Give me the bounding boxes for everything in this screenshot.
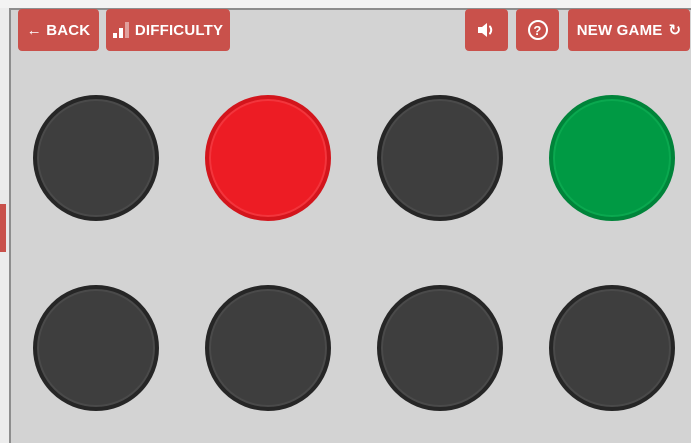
back-button[interactable]: ← BACK [18,9,99,51]
signal-bars-icon [112,22,129,38]
refresh-icon: ↻ [668,22,682,39]
difficulty-button[interactable]: DIFFICULTY [106,9,230,51]
sound-button[interactable] [465,9,508,51]
new-game-button[interactable]: NEW GAME ↻ [568,9,690,51]
background-button-edge [0,204,6,252]
light-r1c2-red[interactable] [205,95,331,221]
help-button[interactable]: ? [516,9,559,51]
game-page: ← BACK DIFFICULTY ? NEW GAME ↻ [0,0,691,443]
light-r2c1-off[interactable] [33,285,159,411]
background-strip [0,0,691,8]
light-r2c4-off[interactable] [549,285,675,411]
help-symbol: ? [533,22,542,38]
speaker-icon [477,23,492,37]
light-r1c1-off[interactable] [33,95,159,221]
light-r1c4-green[interactable] [549,95,675,221]
light-r2c3-off[interactable] [377,285,503,411]
difficulty-button-label: DIFFICULTY [134,21,224,39]
new-game-button-label: NEW GAME [576,21,663,39]
back-button-label: ← BACK [26,21,91,39]
light-r1c3-off[interactable] [377,95,503,221]
light-r2c2-off[interactable] [205,285,331,411]
question-icon: ? [527,20,548,40]
